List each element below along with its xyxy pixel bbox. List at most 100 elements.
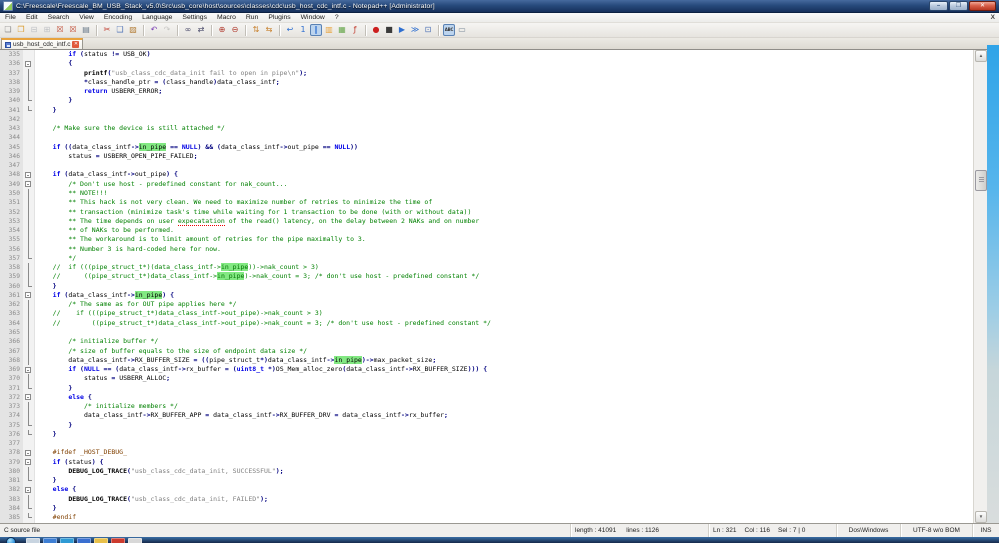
tab-usb-host-cdc-intf[interactable]: usb_host_cdc_intf.c ✕	[1, 38, 84, 49]
doc-map-icon[interactable]: ▦	[336, 24, 348, 36]
tab-close-icon[interactable]: ✕	[72, 41, 80, 48]
code-text[interactable]: DEBUG_LOG_TRACE("usb_class_cdc_data_init…	[35, 495, 973, 504]
code-text[interactable]: ** The time depends on user expecatation…	[35, 216, 973, 226]
code-text[interactable]: // ((pipe_struct_t*)data_class_intf->in_…	[35, 272, 973, 281]
code-text[interactable]: return USBERR_ERROR;	[35, 87, 973, 96]
code-text[interactable]: data_class_intf->RX_BUFFER_SIZE = ((pipe…	[35, 355, 973, 365]
sync-horizontal-scroll-icon[interactable]: ⇆	[263, 24, 275, 36]
code-text[interactable]: }	[35, 476, 973, 485]
menu-help[interactable]: ?	[330, 14, 344, 21]
sync-vertical-scroll-icon[interactable]: ⇅	[250, 24, 262, 36]
code-text[interactable]: // if (((pipe_struct_t*)data_class_intf-…	[35, 309, 973, 318]
macro-run-multiple-icon[interactable]: ≫	[409, 24, 421, 36]
menu-window[interactable]: Window	[296, 14, 330, 21]
minimize-button[interactable]: –	[929, 1, 948, 11]
code-text[interactable]: #endif	[35, 513, 973, 522]
status-cursor-position[interactable]: Ln : 321 Col : 116 Sel : 7 | 0	[708, 524, 836, 537]
code-text[interactable]	[35, 439, 973, 448]
code-text[interactable]	[35, 328, 973, 337]
code-editor[interactable]: 335 if (status != USB_OK) 336 {337 printf…	[0, 50, 973, 523]
code-text[interactable]: }	[35, 384, 973, 393]
copy-icon[interactable]: ❑	[114, 24, 126, 36]
menu-macro[interactable]: Macro	[212, 14, 241, 21]
fold-collapse-icon[interactable]	[23, 59, 35, 69]
code-text[interactable]: /* Make sure the device is still attache…	[35, 124, 973, 133]
macro-stop-icon[interactable]: ■	[383, 24, 395, 36]
menu-encoding[interactable]: Encoding	[99, 14, 137, 21]
code-text[interactable]: /* initialize members */	[35, 402, 973, 411]
menu-plugins[interactable]: Plugins	[263, 14, 295, 21]
new-file-icon[interactable]: ❏	[2, 24, 14, 36]
zoom-in-icon[interactable]: ⊕	[216, 24, 228, 36]
taskbar-app-blue[interactable]	[43, 538, 57, 543]
code-text[interactable]: *class_handle_ptr = (class_handle)data_c…	[35, 78, 973, 87]
close-button[interactable]: ✕	[969, 1, 996, 11]
scroll-down-icon[interactable]: ▼	[975, 511, 987, 523]
code-text[interactable]: status = USBERR_ALLOC;	[35, 374, 973, 383]
code-text[interactable]: data_class_intf->RX_BUFFER_APP = data_cl…	[35, 411, 973, 420]
paste-icon[interactable]: ▨	[127, 24, 139, 36]
fold-collapse-icon[interactable]	[23, 457, 35, 467]
fold-collapse-icon[interactable]	[23, 392, 35, 403]
open-file-icon[interactable]: ❐	[15, 24, 27, 36]
code-text[interactable]: ** NOTE!!!	[35, 189, 973, 198]
code-text[interactable]	[35, 161, 973, 170]
code-text[interactable]: ** transaction (minimize task's time whi…	[35, 208, 973, 217]
code-text[interactable]: if ((data_class_intf->in_pipe == NULL) &…	[35, 142, 973, 152]
vertical-scrollbar[interactable]: ▲ ▼	[973, 50, 987, 523]
taskbar-app-grey[interactable]	[128, 538, 142, 543]
replace-icon[interactable]: ⇄	[195, 24, 207, 36]
code-text[interactable]: if (status) {	[35, 458, 973, 467]
code-text[interactable]: printf("usb_class_cdc_data_init fail to …	[35, 69, 973, 78]
fold-collapse-icon[interactable]	[23, 448, 35, 458]
menu-edit[interactable]: Edit	[21, 14, 43, 21]
taskbar-app-red[interactable]	[111, 538, 125, 543]
fold-collapse-icon[interactable]	[23, 365, 35, 375]
print-icon[interactable]: ▤	[80, 24, 92, 36]
find-icon[interactable]: ∞	[182, 24, 194, 36]
word-wrap-icon[interactable]: ↩	[284, 24, 296, 36]
code-text[interactable]: ** of NAKs to be performed.	[35, 226, 973, 235]
code-text[interactable]: {	[35, 59, 973, 68]
code-text[interactable]: }	[35, 504, 973, 513]
fold-collapse-icon[interactable]	[23, 170, 35, 180]
code-text[interactable]: // if (((pipe_struct_t*)(data_class_intf…	[35, 263, 973, 272]
fold-collapse-icon[interactable]	[23, 179, 35, 189]
restore-button[interactable]: ❐	[949, 1, 968, 11]
code-text[interactable]: if (status != USB_OK)	[35, 50, 973, 59]
code-text[interactable]: */	[35, 254, 973, 263]
code-text[interactable]: #ifdef _HOST_DEBUG_	[35, 448, 973, 457]
menu-file[interactable]: File	[0, 14, 21, 21]
code-text[interactable]: ** This hack is not very clean. We need …	[35, 198, 973, 207]
taskbar-app-folder[interactable]	[94, 538, 108, 543]
code-text[interactable]: /* The same as for OUT pipe applies here…	[35, 300, 973, 309]
indent-guide-icon[interactable]: ∥	[310, 24, 322, 36]
code-text[interactable]: }	[35, 421, 973, 430]
code-text[interactable]: if (data_class_intf->in_pipe) {	[35, 290, 973, 300]
menu-run[interactable]: Run	[241, 14, 263, 21]
macro-play-icon[interactable]: ▶	[396, 24, 408, 36]
code-text[interactable]	[35, 133, 973, 142]
menu-view[interactable]: View	[74, 14, 99, 21]
code-text[interactable]: if (NULL == (data_class_intf->rx_buffer …	[35, 365, 973, 374]
close-document-x-button[interactable]: X	[991, 13, 995, 23]
code-text[interactable]: }	[35, 430, 973, 439]
close-all-icon[interactable]: ☒	[67, 24, 79, 36]
code-text[interactable]: else {	[35, 485, 973, 494]
taskbar-app-window[interactable]	[26, 538, 40, 543]
code-text[interactable]: DEBUG_LOG_TRACE("usb_class_cdc_data_init…	[35, 467, 973, 476]
zoom-out-icon[interactable]: ⊖	[229, 24, 241, 36]
code-text[interactable]: /* Don't use host - predefined constant …	[35, 180, 973, 189]
docked-panel-icon[interactable]: ▭	[456, 24, 468, 36]
code-text[interactable]: /* size of buffer equals to the size of …	[35, 347, 973, 356]
code-text[interactable]: /* initialize buffer */	[35, 337, 973, 346]
menu-settings[interactable]: Settings	[177, 14, 212, 21]
macro-save-icon[interactable]: ⊡	[422, 24, 434, 36]
macro-record-icon[interactable]: ●	[370, 24, 382, 36]
function-list-icon[interactable]: ƒ	[349, 24, 361, 36]
show-all-chars-icon[interactable]: 1	[297, 24, 309, 36]
code-text[interactable]: if (data_class_intf->out_pipe) {	[35, 170, 973, 179]
code-text[interactable]: }	[35, 282, 973, 291]
code-text[interactable]: }	[35, 106, 973, 115]
scroll-up-icon[interactable]: ▲	[975, 50, 987, 62]
